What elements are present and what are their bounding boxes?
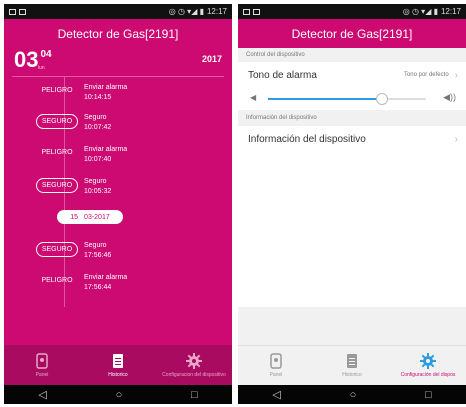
document-icon (347, 354, 357, 368)
tab-label: Panel (35, 371, 49, 378)
tab-settings[interactable]: Configuracion del dispositivo (156, 345, 232, 385)
recents-icon[interactable]: □ (191, 389, 198, 401)
chevron-right-icon: › (454, 69, 458, 81)
back-icon[interactable]: ◁ (272, 388, 280, 401)
tab-label: Configuración del dispos (400, 372, 456, 378)
event-time: 17:56:44 (84, 284, 112, 291)
event-time: 10:07:40 (84, 156, 112, 163)
section-header: Control del dispositivo (238, 48, 466, 62)
event-row[interactable]: SEGURO Seguro 10:05:32 (4, 175, 232, 205)
content-area (238, 152, 466, 307)
volume-high-icon: ◀)) (443, 92, 456, 102)
volume-fill (268, 98, 382, 100)
chevron-right-icon: › (454, 133, 458, 145)
tab-label: Historico (342, 372, 362, 378)
event-row[interactable]: PELIGRO Enviar alarma 17:56:44 (4, 271, 232, 301)
tab-settings[interactable]: Configuración del dispos (390, 346, 466, 385)
bottom-tabs: Panel Historico Configuración del dispos (238, 345, 466, 385)
clock: 12:17 (206, 7, 227, 16)
notification-icon (9, 8, 16, 15)
device-icon (270, 353, 282, 369)
document-icon (113, 353, 123, 368)
section-header: Información del dispositivo (238, 110, 466, 126)
tab-history[interactable]: Historico (314, 346, 390, 385)
event-action: Enviar alarma (84, 274, 128, 281)
gear-icon (420, 353, 436, 369)
system-nav: ◁ ○ □ (4, 385, 232, 404)
date-month: 04 (40, 49, 52, 60)
tab-panel[interactable]: Panel (4, 345, 80, 385)
volume-row: ◀ ◀)) (238, 88, 466, 110)
app-title: Detector de Gas[2191] (238, 19, 466, 48)
event-time: 10:05:32 (84, 188, 112, 195)
device-info-label: Información del dispositivo (248, 133, 366, 145)
back-icon[interactable]: ◁ (38, 388, 46, 401)
status-bar: ◎ ◷ ▾◢ ▮ 12:17 (4, 4, 232, 19)
date-header: 03 04 lun 2017 (4, 48, 232, 76)
event-time: 10:14:15 (84, 94, 112, 101)
event-row[interactable]: SEGURO Seguro 17:56:46 (4, 239, 232, 269)
event-action: Enviar alarma (84, 146, 128, 153)
status-pill: SEGURO (36, 178, 78, 193)
date-weekday: lun (38, 65, 45, 71)
tab-history[interactable]: Historico (80, 345, 156, 385)
event-time: 10:07:42 (84, 124, 112, 131)
chip-month: 03-2017 (84, 213, 110, 221)
tab-label: Historico (108, 371, 128, 378)
event-row[interactable]: PELIGRO Enviar alarma 10:07:40 (4, 143, 232, 173)
date-year: 2017 (201, 54, 222, 64)
event-action: Seguro (84, 114, 107, 121)
device-icon (36, 352, 48, 369)
chip-day: 15 (70, 213, 79, 221)
volume-low-icon: ◀ (250, 93, 257, 102)
system-nav: ◁ ○ □ (238, 385, 466, 404)
event-action: Enviar alarma (84, 84, 128, 91)
history-screen: ◎ ◷ ▾◢ ▮ 12:17 Detector de Gas[2191] 03 … (4, 4, 232, 404)
recents-icon[interactable]: □ (425, 389, 432, 401)
home-icon[interactable]: ○ (350, 389, 357, 401)
event-action: Seguro (84, 178, 107, 185)
status-pill: SEGURO (36, 114, 78, 129)
tab-panel[interactable]: Panel (238, 346, 314, 385)
status-label: PELIGRO (41, 277, 73, 284)
bottom-tabs: Panel Historico Configuracion del dispos… (4, 345, 232, 385)
event-action: Seguro (84, 242, 107, 249)
status-label: PELIGRO (41, 149, 73, 156)
app-title: Detector de Gas[2191] (4, 19, 232, 48)
image-icon (253, 8, 260, 15)
settings-screen: ◎ ◷ ▾◢ ▮ 12:17 Detector de Gas[2191] Con… (238, 4, 466, 404)
date-chip: 15 03-2017 (57, 210, 123, 224)
image-icon (19, 8, 26, 15)
clock: 12:17 (440, 7, 461, 16)
status-icons: ◎ ◷ ▾◢ ▮ (402, 7, 438, 16)
status-label: PELIGRO (41, 87, 73, 94)
home-icon[interactable]: ○ (116, 389, 123, 401)
volume-slider[interactable] (268, 93, 426, 105)
status-icons: ◎ ◷ ▾◢ ▮ (168, 7, 204, 16)
status-bar: ◎ ◷ ▾◢ ▮ 12:17 (238, 4, 466, 19)
alarm-tone-label: Tono de alarma (248, 69, 317, 81)
event-time: 17:56:46 (84, 252, 112, 259)
gear-icon (186, 352, 202, 369)
date-day: 03 (14, 47, 39, 72)
alarm-tone-value: Tono por defecto (403, 72, 449, 78)
volume-thumb[interactable] (375, 93, 388, 105)
event-row[interactable]: PELIGRO Enviar alarma 10:14:15 (4, 81, 232, 111)
event-timeline: PELIGRO Enviar alarma 10:14:15 SEGURO Seg… (4, 77, 232, 307)
event-row[interactable]: SEGURO Seguro 10:07:42 (4, 111, 232, 141)
tab-label: Configuracion del dispositivo (162, 371, 226, 378)
device-info-row[interactable]: Información del dispositivo › (238, 126, 466, 152)
notification-icon (243, 8, 250, 15)
status-pill: SEGURO (36, 242, 78, 257)
alarm-tone-row[interactable]: Tono de alarma Tono por defecto › (238, 62, 466, 88)
tab-label: Panel (269, 372, 283, 378)
